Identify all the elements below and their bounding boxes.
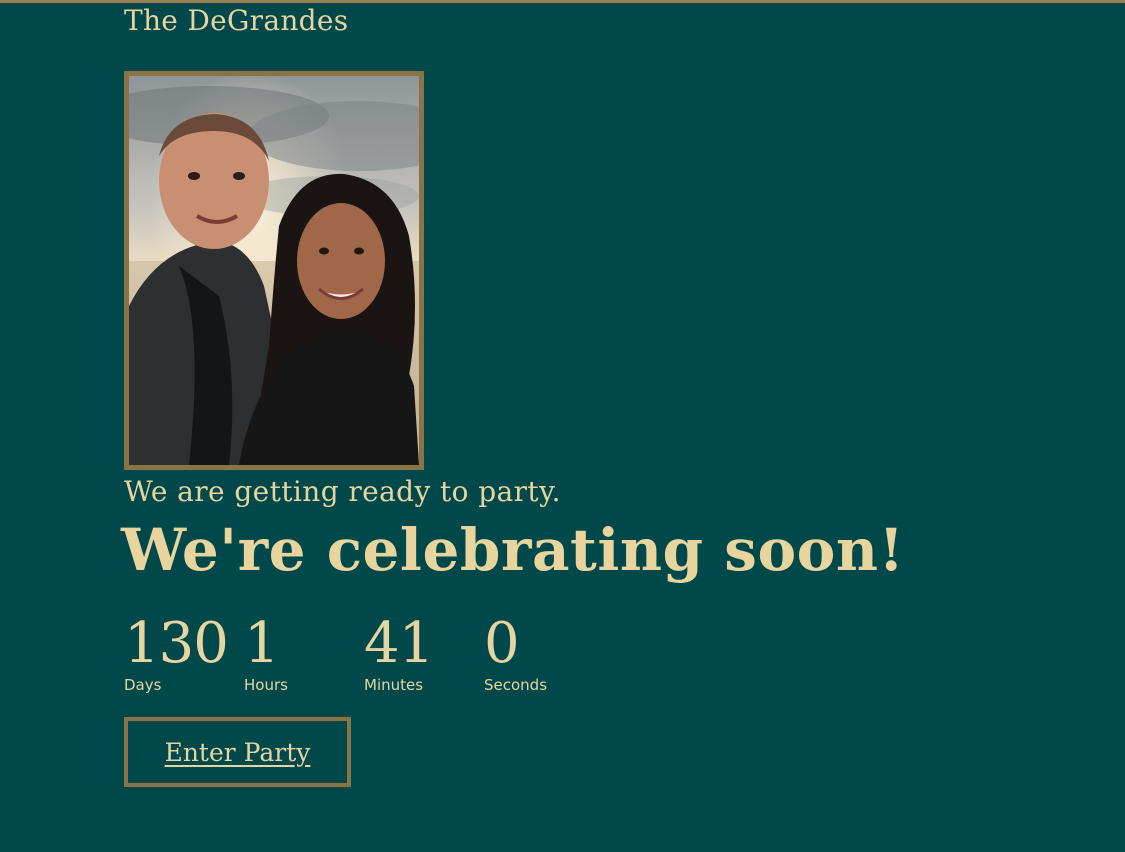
- countdown-hours-value: 1: [244, 611, 280, 676]
- site-title: The DeGrandes: [124, 4, 349, 37]
- photo-illustration: [129, 76, 419, 465]
- countdown-minutes-value: 41: [364, 611, 434, 676]
- couple-photo: [124, 71, 424, 470]
- countdown-seconds: 0 Seconds: [484, 611, 548, 695]
- countdown-hours: 1 Hours: [244, 611, 288, 695]
- countdown-days-label: Days: [124, 676, 162, 694]
- countdown-days: 130 Days: [124, 611, 229, 695]
- tagline: We are getting ready to party.: [124, 475, 561, 508]
- countdown-minutes-label: Minutes: [364, 676, 424, 694]
- countdown-hours-label: Hours: [244, 676, 288, 694]
- headline: We're celebrating soon!: [121, 516, 905, 584]
- top-divider: [0, 0, 1125, 3]
- countdown-seconds-value: 0: [484, 611, 520, 676]
- countdown-days-value: 130: [124, 611, 229, 676]
- countdown-seconds-label: Seconds: [484, 676, 548, 694]
- enter-party-button[interactable]: Enter Party: [124, 717, 351, 787]
- countdown-minutes: 41 Minutes: [364, 611, 434, 695]
